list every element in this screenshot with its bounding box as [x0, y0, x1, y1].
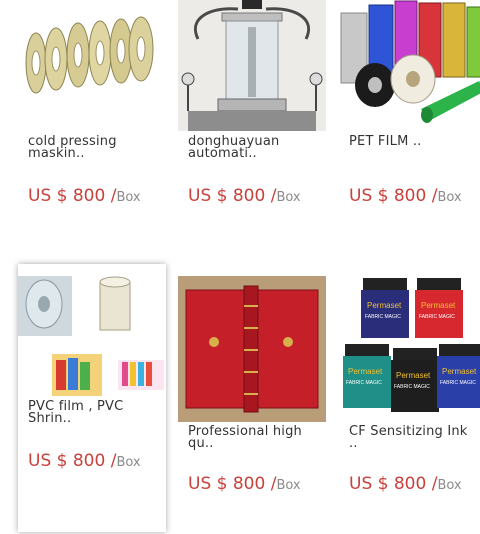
- pvc-film-image: [18, 264, 166, 396]
- price-value: US $ 800 /: [349, 474, 438, 494]
- product-price: US $ 800 /Box: [349, 474, 462, 494]
- product-image[interactable]: Permaset FABRIC MAGIC Permaset FABRIC MA…: [339, 276, 480, 422]
- product-price: US $ 800 /Box: [349, 186, 462, 206]
- product-image[interactable]: [339, 0, 480, 131]
- price-unit: Box: [276, 478, 301, 493]
- product-image[interactable]: [18, 264, 166, 396]
- price-value: US $ 800 /: [28, 451, 117, 471]
- price-value: US $ 800 /: [188, 474, 277, 494]
- foil-rolls-image: [339, 0, 480, 131]
- product-price: US $ 800 /Box: [188, 474, 301, 494]
- ink-jar-blue: Permaset FABRIC MAGIC: [437, 344, 480, 408]
- product-price: US $ 800 /Box: [28, 451, 141, 471]
- price-unit: Box: [116, 190, 141, 205]
- product-title[interactable]: PET FILM ..: [349, 135, 480, 148]
- product-card[interactable]: Permaset FABRIC MAGIC Permaset FABRIC MA…: [339, 276, 480, 534]
- product-image[interactable]: [178, 0, 326, 131]
- product-title[interactable]: cold pressing maskin..: [28, 135, 166, 160]
- ink-jar-black: Permaset FABRIC MAGIC: [391, 348, 439, 412]
- product-card[interactable]: cold pressing maskin.. US $ 800 /Box: [18, 0, 166, 267]
- svg-text:FABRIC MAGIC: FABRIC MAGIC: [419, 314, 455, 320]
- svg-text:FABRIC MAGIC: FABRIC MAGIC: [346, 380, 382, 386]
- price-value: US $ 800 /: [28, 186, 117, 206]
- svg-text:FABRIC MAGIC: FABRIC MAGIC: [365, 314, 401, 320]
- svg-text:Permaset: Permaset: [367, 301, 402, 310]
- product-price: US $ 800 /Box: [28, 186, 141, 206]
- product-card[interactable]: PET FILM .. US $ 800 /Box: [339, 0, 480, 267]
- ink-jar-navy: Permaset FABRIC MAGIC: [361, 278, 409, 338]
- product-title[interactable]: CF Sensitizing Ink ..: [349, 425, 480, 450]
- svg-text:Permaset: Permaset: [348, 367, 383, 376]
- price-unit: Box: [437, 190, 462, 205]
- ink-jars-image: Permaset FABRIC MAGIC Permaset FABRIC MA…: [339, 276, 480, 422]
- vacuum-machine-image: [178, 0, 326, 131]
- product-title[interactable]: donghuayuan automati..: [188, 135, 326, 160]
- svg-text:FABRIC MAGIC: FABRIC MAGIC: [394, 384, 430, 390]
- svg-text:Permaset: Permaset: [421, 301, 456, 310]
- price-unit: Box: [276, 190, 301, 205]
- product-price: US $ 800 /Box: [188, 186, 301, 206]
- svg-text:FABRIC MAGIC: FABRIC MAGIC: [440, 380, 476, 386]
- ink-jar-teal: Permaset FABRIC MAGIC: [343, 344, 391, 408]
- product-image[interactable]: [18, 0, 166, 131]
- product-grid: cold pressing maskin.. US $ 800 /Box don…: [0, 0, 480, 534]
- price-unit: Box: [116, 455, 141, 470]
- ink-jar-red: Permaset FABRIC MAGIC: [415, 278, 463, 338]
- product-title[interactable]: Professional high qu..: [188, 425, 326, 450]
- svg-text:Permaset: Permaset: [442, 367, 477, 376]
- price-unit: Box: [437, 478, 462, 493]
- red-book-image: [178, 276, 326, 422]
- svg-text:Permaset: Permaset: [396, 371, 431, 380]
- product-title[interactable]: PVC film , PVC Shrin..: [28, 400, 166, 425]
- product-card[interactable]: PVC film , PVC Shrin.. US $ 800 /Box: [18, 264, 166, 532]
- price-value: US $ 800 /: [349, 186, 438, 206]
- product-card[interactable]: donghuayuan automati.. US $ 800 /Box: [178, 0, 326, 267]
- product-image[interactable]: [178, 276, 326, 422]
- product-card[interactable]: Professional high qu.. US $ 800 /Box: [178, 276, 326, 534]
- price-value: US $ 800 /: [188, 186, 277, 206]
- tape-rolls-image: [18, 0, 166, 131]
